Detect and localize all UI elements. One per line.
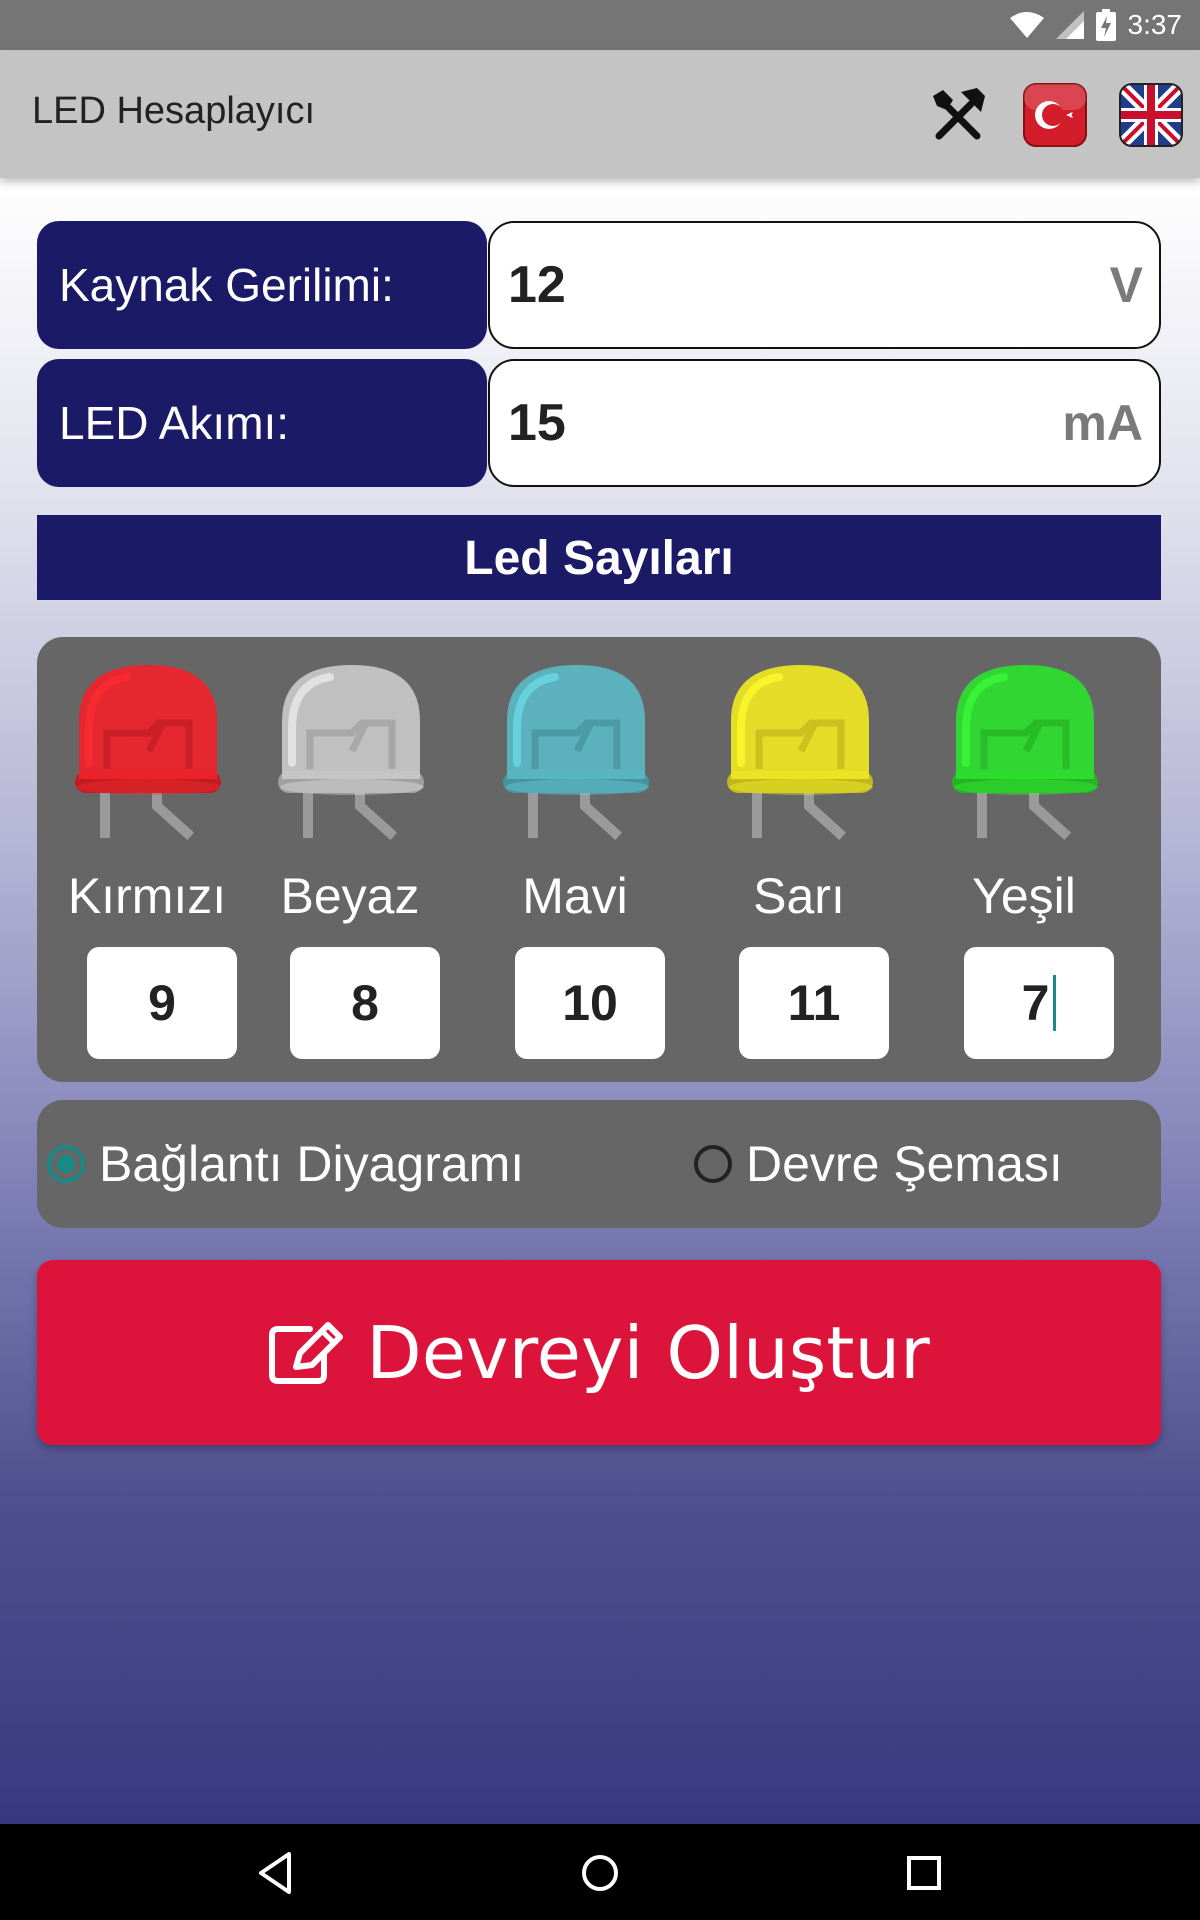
recents-icon[interactable] [899,1848,949,1898]
radio-circuit-schema[interactable]: Devre Şeması [694,1100,1063,1228]
white-led-icon [270,651,430,841]
battery-icon [1095,9,1116,41]
supply-voltage-label: Kaynak Gerilimi: [37,221,487,349]
led-name-yellow: Sarı [753,868,845,924]
radio-connection-diagram[interactable]: Bağlantı Diyagramı [47,1100,524,1228]
supply-voltage-value: 12 [508,256,566,314]
led-count-yellow-input[interactable]: 11 [739,947,889,1059]
led-name-red: Kırmızı [67,868,227,924]
uk-flag-icon[interactable] [1118,82,1184,148]
led-name-white: Beyaz [280,868,420,924]
supply-voltage-label-text: Kaynak Gerilimi: [59,259,394,311]
supply-voltage-unit: V [1109,257,1143,313]
signal-icon [1055,11,1084,39]
led-current-value: 15 [508,394,566,452]
led-column-red: Kırmızı 9 [47,637,237,1082]
main-content: Kaynak Gerilimi: 12 V LED Akımı: 15 mA L… [0,178,1200,1824]
led-column-green: Yeşil 7 [924,637,1114,1082]
green-led-icon [944,651,1104,841]
tools-icon[interactable] [925,82,991,148]
led-current-input[interactable]: 15 mA [488,359,1161,487]
output-mode-group: Bağlantı Diyagramı Devre Şeması [37,1100,1161,1228]
led-counts-header: Led Sayıları [37,515,1161,600]
led-count-red-input[interactable]: 9 [87,947,237,1059]
led-current-label: LED Akımı: [37,359,487,487]
create-circuit-label: Devreyi Oluştur [366,1310,930,1395]
text-caret [1053,975,1057,1031]
action-bar: LED Hesaplayıcı [0,50,1200,178]
led-count-blue-input[interactable]: 10 [515,947,665,1059]
led-panel: Kırmızı 9 Beyaz 8 Mavi 10 Sarı 11 Yeşil … [37,637,1161,1082]
back-icon[interactable] [251,1848,301,1898]
radio-connection-diagram-label: Bağlantı Diyagramı [99,1136,525,1192]
led-count-green-input[interactable]: 7 [964,947,1114,1059]
supply-voltage-input[interactable]: 12 V [488,221,1161,349]
led-name-green: Yeşil [972,868,1076,924]
red-led-icon [67,651,227,841]
led-current-unit: mA [1062,395,1143,451]
home-icon[interactable] [575,1848,625,1898]
led-column-white: Beyaz 8 [250,637,440,1082]
led-name-blue: Mavi [522,868,628,924]
yellow-led-icon [719,651,879,841]
wifi-icon [1009,12,1044,38]
edit-icon [269,1321,344,1384]
led-column-blue: Mavi 10 [475,637,665,1082]
led-current-label-text: LED Akımı: [59,397,290,449]
radio-checked-icon [47,1145,85,1183]
blue-led-icon [495,651,655,841]
led-count-white-input[interactable]: 8 [290,947,440,1059]
create-circuit-button[interactable]: Devreyi Oluştur [37,1260,1161,1445]
status-time: 3:37 [1127,9,1183,40]
led-count-green-value: 7 [1021,975,1050,1031]
app-title: LED Hesaplayıcı [32,90,316,132]
navigation-bar [0,1824,1200,1920]
radio-circuit-schema-label: Devre Şeması [746,1136,1063,1192]
turkish-flag-icon[interactable] [1022,82,1088,148]
radio-unchecked-icon [694,1145,732,1183]
status-bar: 3:37 [0,0,1200,50]
led-column-yellow: Sarı 11 [699,637,889,1082]
